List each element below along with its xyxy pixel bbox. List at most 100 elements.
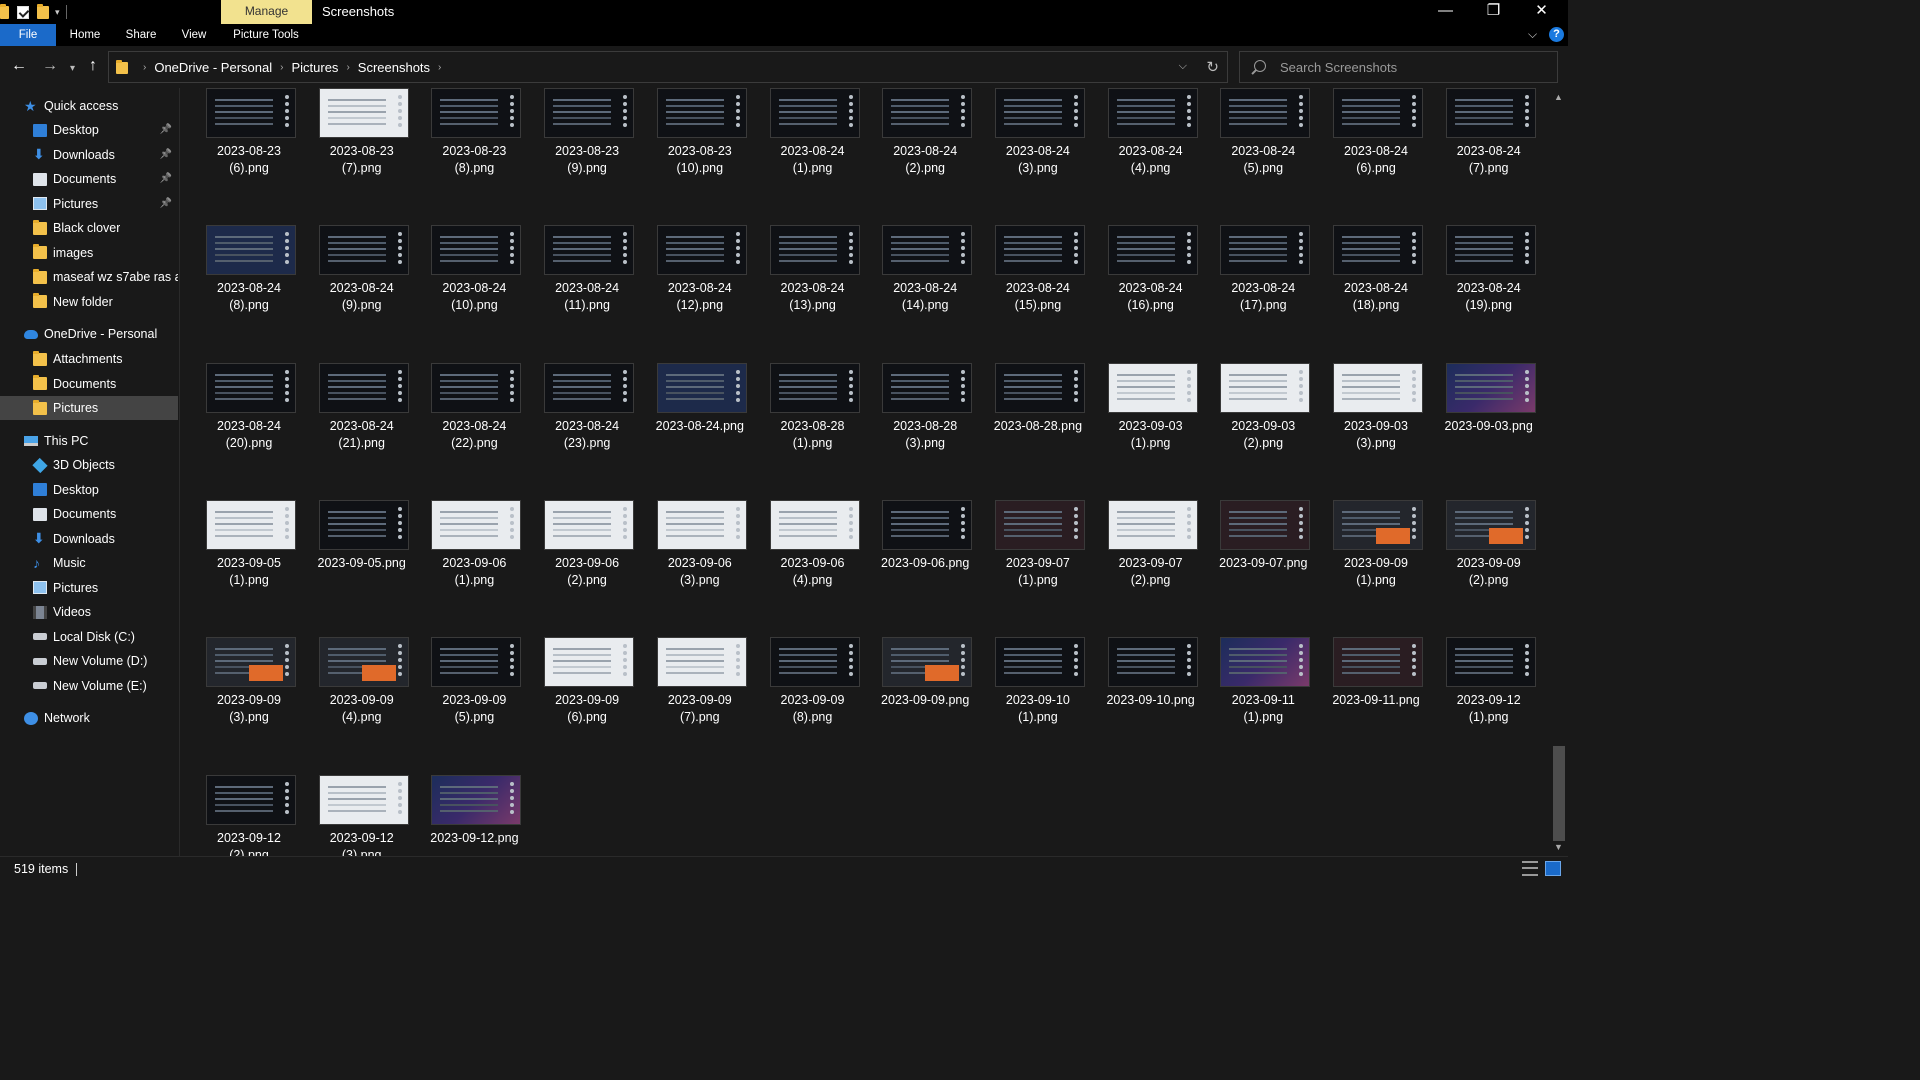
nav-pc-new-volume-e[interactable]: New Volume (E:) [0, 674, 178, 698]
nav-pc-music[interactable]: ♪ Music [0, 551, 178, 575]
file-item[interactable]: 2023-08-28 (1).png [758, 323, 868, 453]
file-item[interactable]: 2023-08-24 (20).png [194, 323, 304, 453]
file-item[interactable]: 2023-08-24 (4).png [1096, 88, 1206, 178]
file-item[interactable]: 2023-08-24 (19).png [1434, 185, 1544, 315]
file-item[interactable]: 2023-08-24 (23).png [532, 323, 642, 453]
file-item[interactable]: 2023-09-12 (3).png [307, 735, 417, 856]
properties-icon[interactable] [17, 5, 29, 19]
file-item[interactable]: 2023-08-23 (9).png [532, 88, 642, 178]
address-bar[interactable]: › OneDrive - Personal › Pictures › Scree… [108, 51, 1228, 83]
file-item[interactable]: 2023-08-23 (8).png [419, 88, 529, 178]
nav-item-maseaf-wz-s7abe-ras-al[interactable]: maseaf wz s7abe ras al [0, 265, 178, 289]
nav-pc-3d-objects[interactable]: 3D Objects [0, 453, 178, 477]
file-item[interactable]: 2023-09-12 (2).png [194, 735, 304, 856]
file-item[interactable]: 2023-08-24 (1).png [758, 88, 868, 178]
file-item[interactable]: 2023-08-24 (17).png [1208, 185, 1318, 315]
nav-network[interactable]: Network [0, 706, 178, 730]
nav-pc-documents[interactable]: Documents [0, 502, 178, 526]
up-arrow-icon[interactable]: ↑ [89, 58, 97, 74]
breadcrumb-onedrive[interactable]: OneDrive - Personal [154, 60, 272, 75]
file-item[interactable]: 2023-09-09 (1).png [1321, 460, 1431, 590]
file-item[interactable]: 2023-09-09 (4).png [307, 597, 417, 727]
nav-pc-new-volume-d[interactable]: New Volume (D:) [0, 649, 178, 673]
file-item[interactable]: 2023-09-03 (2).png [1208, 323, 1318, 453]
nav-item-black-clover[interactable]: Black clover [0, 216, 178, 240]
file-item[interactable]: 2023-09-09 (5).png [419, 597, 529, 727]
forward-arrow-icon[interactable]: → [42, 58, 58, 74]
file-item[interactable]: 2023-08-28 (3).png [870, 323, 980, 453]
file-item[interactable]: 2023-08-24 (21).png [307, 323, 417, 453]
file-item[interactable]: 2023-09-09 (7).png [645, 597, 755, 727]
help-icon[interactable]: ? [1549, 27, 1564, 42]
file-item[interactable]: 2023-09-11 (1).png [1208, 597, 1318, 727]
nav-pc-videos[interactable]: Videos [0, 600, 178, 624]
tab-share[interactable]: Share [118, 24, 164, 46]
breadcrumb-screenshots[interactable]: Screenshots [358, 60, 430, 75]
nav-pc-desktop[interactable]: Desktop [0, 478, 178, 502]
file-item[interactable]: 2023-09-06.png [870, 460, 980, 590]
expand-ribbon-chevron-icon[interactable]: ⌵ [1528, 27, 1537, 42]
file-item[interactable]: 2023-08-24 (16).png [1096, 185, 1206, 315]
breadcrumb-separator-icon[interactable]: › [143, 62, 146, 73]
breadcrumb-separator-icon[interactable]: › [438, 62, 441, 73]
pin-icon[interactable]: 📌 [160, 173, 172, 184]
minimize-button[interactable]: — [1422, 0, 1469, 24]
file-item[interactable]: 2023-08-24 (10).png [419, 185, 529, 315]
file-item[interactable]: 2023-09-03.png [1434, 323, 1544, 453]
file-item[interactable]: 2023-08-24.png [645, 323, 755, 453]
nav-pc-downloads[interactable]: ⬇ Downloads [0, 527, 178, 551]
maximize-button[interactable]: ❐ [1470, 0, 1517, 24]
file-item[interactable]: 2023-08-24 (12).png [645, 185, 755, 315]
tab-home[interactable]: Home [60, 24, 110, 46]
large-icons-view-icon[interactable] [1545, 861, 1561, 876]
file-item[interactable]: 2023-08-24 (5).png [1208, 88, 1318, 178]
file-item[interactable]: 2023-08-23 (7).png [307, 88, 417, 178]
nav-pc-pictures[interactable]: Pictures [0, 576, 178, 600]
file-item[interactable]: 2023-09-12 (1).png [1434, 597, 1544, 727]
vertical-scrollbar[interactable]: ▲ ▼ [1550, 88, 1568, 856]
file-item[interactable]: 2023-08-24 (22).png [419, 323, 529, 453]
file-item[interactable]: 2023-09-10.png [1096, 597, 1206, 727]
file-item[interactable]: 2023-08-28.png [983, 323, 1093, 453]
search-box[interactable] [1239, 51, 1558, 83]
file-item[interactable]: 2023-09-07.png [1208, 460, 1318, 590]
file-item[interactable]: 2023-09-06 (4).png [758, 460, 868, 590]
nav-item-new-folder[interactable]: New folder [0, 290, 178, 314]
nav-onedrive-attachments[interactable]: Attachments [0, 347, 178, 371]
file-item[interactable]: 2023-08-24 (14).png [870, 185, 980, 315]
nav-item-desktop[interactable]: Desktop 📌 [0, 118, 178, 142]
file-item[interactable]: 2023-08-24 (18).png [1321, 185, 1431, 315]
nav-onedrive-pictures[interactable]: Pictures [0, 396, 178, 420]
file-item[interactable]: 2023-08-24 (13).png [758, 185, 868, 315]
scrollbar-thumb[interactable] [1553, 746, 1565, 841]
details-view-icon[interactable] [1522, 861, 1538, 876]
file-item[interactable]: 2023-09-06 (3).png [645, 460, 755, 590]
nav-onedrive[interactable]: OneDrive - Personal [0, 322, 178, 346]
tab-picture-tools[interactable]: Picture Tools [226, 24, 306, 46]
pin-icon[interactable]: 📌 [160, 124, 172, 135]
nav-this-pc[interactable]: This PC [0, 429, 178, 453]
file-item[interactable]: 2023-09-11.png [1321, 597, 1431, 727]
file-item[interactable]: 2023-09-07 (2).png [1096, 460, 1206, 590]
file-item[interactable]: 2023-08-24 (6).png [1321, 88, 1431, 178]
nav-item-images[interactable]: images [0, 241, 178, 265]
nav-pc-local-disk-c[interactable]: Local Disk (C:) [0, 625, 178, 649]
tab-view[interactable]: View [172, 24, 216, 46]
breadcrumb-separator-icon[interactable]: › [280, 62, 283, 73]
back-arrow-icon[interactable]: ← [11, 58, 27, 74]
file-item[interactable]: 2023-08-24 (3).png [983, 88, 1093, 178]
nav-quick-access[interactable]: ★ Quick access [0, 94, 178, 118]
file-item[interactable]: 2023-09-10 (1).png [983, 597, 1093, 727]
nav-item-downloads[interactable]: ⬇ Downloads 📌 [0, 143, 178, 167]
manage-contextual-tab[interactable]: Manage [221, 0, 312, 24]
file-item[interactable]: 2023-09-09 (8).png [758, 597, 868, 727]
file-item[interactable]: 2023-09-07 (1).png [983, 460, 1093, 590]
file-item[interactable]: 2023-09-09 (3).png [194, 597, 304, 727]
file-item[interactable]: 2023-09-03 (3).png [1321, 323, 1431, 453]
customize-toolbar-chevron-icon[interactable]: ▾ [55, 7, 60, 18]
pin-icon[interactable]: 📌 [160, 198, 172, 209]
nav-item-pictures[interactable]: Pictures 📌 [0, 192, 178, 216]
scroll-down-arrow-icon[interactable]: ▼ [1554, 842, 1563, 852]
address-history-chevron-icon[interactable]: ⌵ [1179, 60, 1187, 73]
file-item[interactable]: 2023-08-23 (10).png [645, 88, 755, 178]
